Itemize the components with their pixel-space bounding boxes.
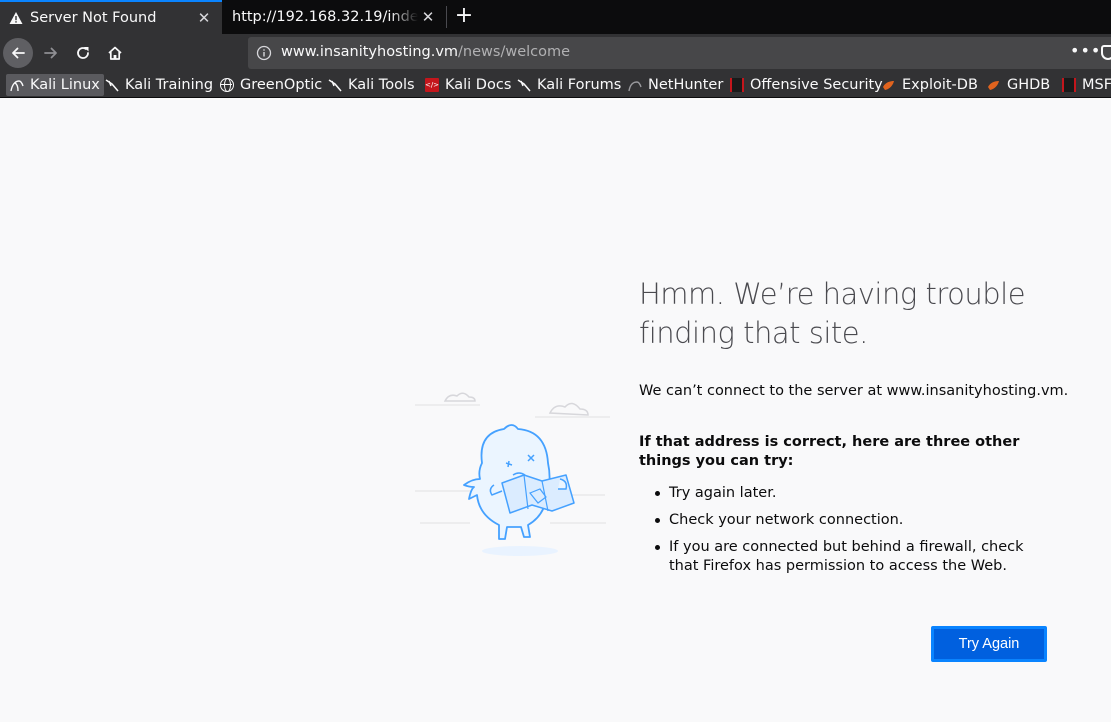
tab-strip: Server Not Found ✕ http://192.168.32.19/… <box>0 0 1111 34</box>
bookmark-greenoptic[interactable]: GreenOptic <box>216 74 326 96</box>
warning-icon <box>9 11 23 25</box>
home-icon <box>108 46 122 60</box>
kali-dragon-icon <box>105 78 119 92</box>
exploitdb-icon <box>987 78 1001 92</box>
tab-server-not-found[interactable]: Server Not Found ✕ <box>0 0 222 34</box>
bookmark-label: MSF <box>1082 77 1111 93</box>
bookmark-kali-tools[interactable]: Kali Tools <box>324 74 419 96</box>
error-page: Hmm. We’re having trouble finding that s… <box>0 99 1111 722</box>
error-title: Hmm. We’re having trouble finding that s… <box>639 277 1026 350</box>
globe-icon <box>220 78 234 92</box>
bookmark-label: Exploit-DB <box>902 77 978 93</box>
nethunter-icon <box>628 78 642 92</box>
tab-title: Server Not Found <box>30 10 157 26</box>
bookmark-ghdb[interactable]: GHDB <box>983 74 1054 96</box>
offsec-icon <box>1062 78 1076 92</box>
bookmark-label: GHDB <box>1007 77 1051 93</box>
bookmark-kali-linux[interactable]: Kali Linux <box>6 74 104 96</box>
tab-index-html[interactable]: http://192.168.32.19/index.html ✕ <box>224 0 446 34</box>
error-description: We can’t connect to the server at www.in… <box>639 383 1069 399</box>
bookmark-label: GreenOptic <box>240 77 323 93</box>
tab-close-icon[interactable]: ✕ <box>194 8 214 28</box>
list-item: If you are connected but behind a firewa… <box>655 538 1055 576</box>
url-text[interactable]: www.insanityhosting.vm/news/welcome <box>281 44 570 60</box>
navigation-toolbar: www.insanityhosting.vm/news/welcome ••• <box>0 34 1111 72</box>
suggestions-heading: If that address is correct, here are thr… <box>639 434 1020 469</box>
list-item: Try again later. <box>655 484 1055 503</box>
url-path: /news/welcome <box>458 44 571 60</box>
forward-button[interactable] <box>36 38 66 68</box>
back-button[interactable] <box>3 38 33 68</box>
monster-illustration <box>415 392 610 556</box>
bookmarks-toolbar: Kali Linux Kali Training GreenOptic Kali… <box>0 72 1111 98</box>
tab-title: http://192.168.32.19/index.html <box>232 9 418 25</box>
list-item: Check your network connection. <box>655 511 1055 530</box>
bookmark-label: Kali Docs <box>445 77 512 93</box>
pocket-icon[interactable] <box>1101 45 1111 60</box>
arrow-left-icon <box>12 47 25 59</box>
offsec-icon <box>730 78 744 92</box>
bookmark-label: Kali Training <box>125 77 214 93</box>
kali-dragon-icon <box>10 78 24 92</box>
bookmark-label: Kali Forums <box>537 77 622 93</box>
tab-separator <box>446 6 447 28</box>
bookmark-nethunter[interactable]: NetHunter <box>624 74 727 96</box>
info-icon <box>256 45 272 61</box>
url-bar[interactable]: www.insanityhosting.vm/news/welcome ••• <box>248 37 1111 69</box>
bookmark-kali-docs[interactable]: </> Kali Docs <box>421 74 515 96</box>
new-tab-icon[interactable]: + <box>452 4 476 30</box>
reload-icon <box>77 47 89 59</box>
bookmark-offensive-security[interactable]: Offensive Security <box>726 74 887 96</box>
bookmark-label: Offensive Security <box>750 77 883 93</box>
kali-docs-icon: </> <box>425 78 439 92</box>
bookmark-label: NetHunter <box>648 77 724 93</box>
tab-close-icon[interactable]: ✕ <box>418 7 438 27</box>
kali-dragon-icon <box>328 78 342 92</box>
kali-dragon-icon <box>517 78 531 92</box>
exploitdb-icon <box>882 78 896 92</box>
page-actions-icon[interactable]: ••• <box>1070 41 1101 60</box>
url-host: www.insanityhosting.vm <box>281 44 459 60</box>
arrow-right-icon <box>44 47 57 59</box>
try-again-button[interactable]: Try Again <box>931 626 1047 662</box>
bookmark-kali-forums[interactable]: Kali Forums <box>513 74 625 96</box>
bookmark-exploit-db[interactable]: Exploit-DB <box>878 74 982 96</box>
bookmark-msf[interactable]: MSF <box>1058 74 1111 96</box>
home-button[interactable] <box>100 38 130 68</box>
reload-button[interactable] <box>68 38 98 68</box>
suggestions-list: Try again later. Check your network conn… <box>655 484 1055 584</box>
bookmark-label: Kali Tools <box>348 77 415 93</box>
bookmark-label: Kali Linux <box>30 77 100 93</box>
bookmark-kali-training[interactable]: Kali Training <box>101 74 217 96</box>
